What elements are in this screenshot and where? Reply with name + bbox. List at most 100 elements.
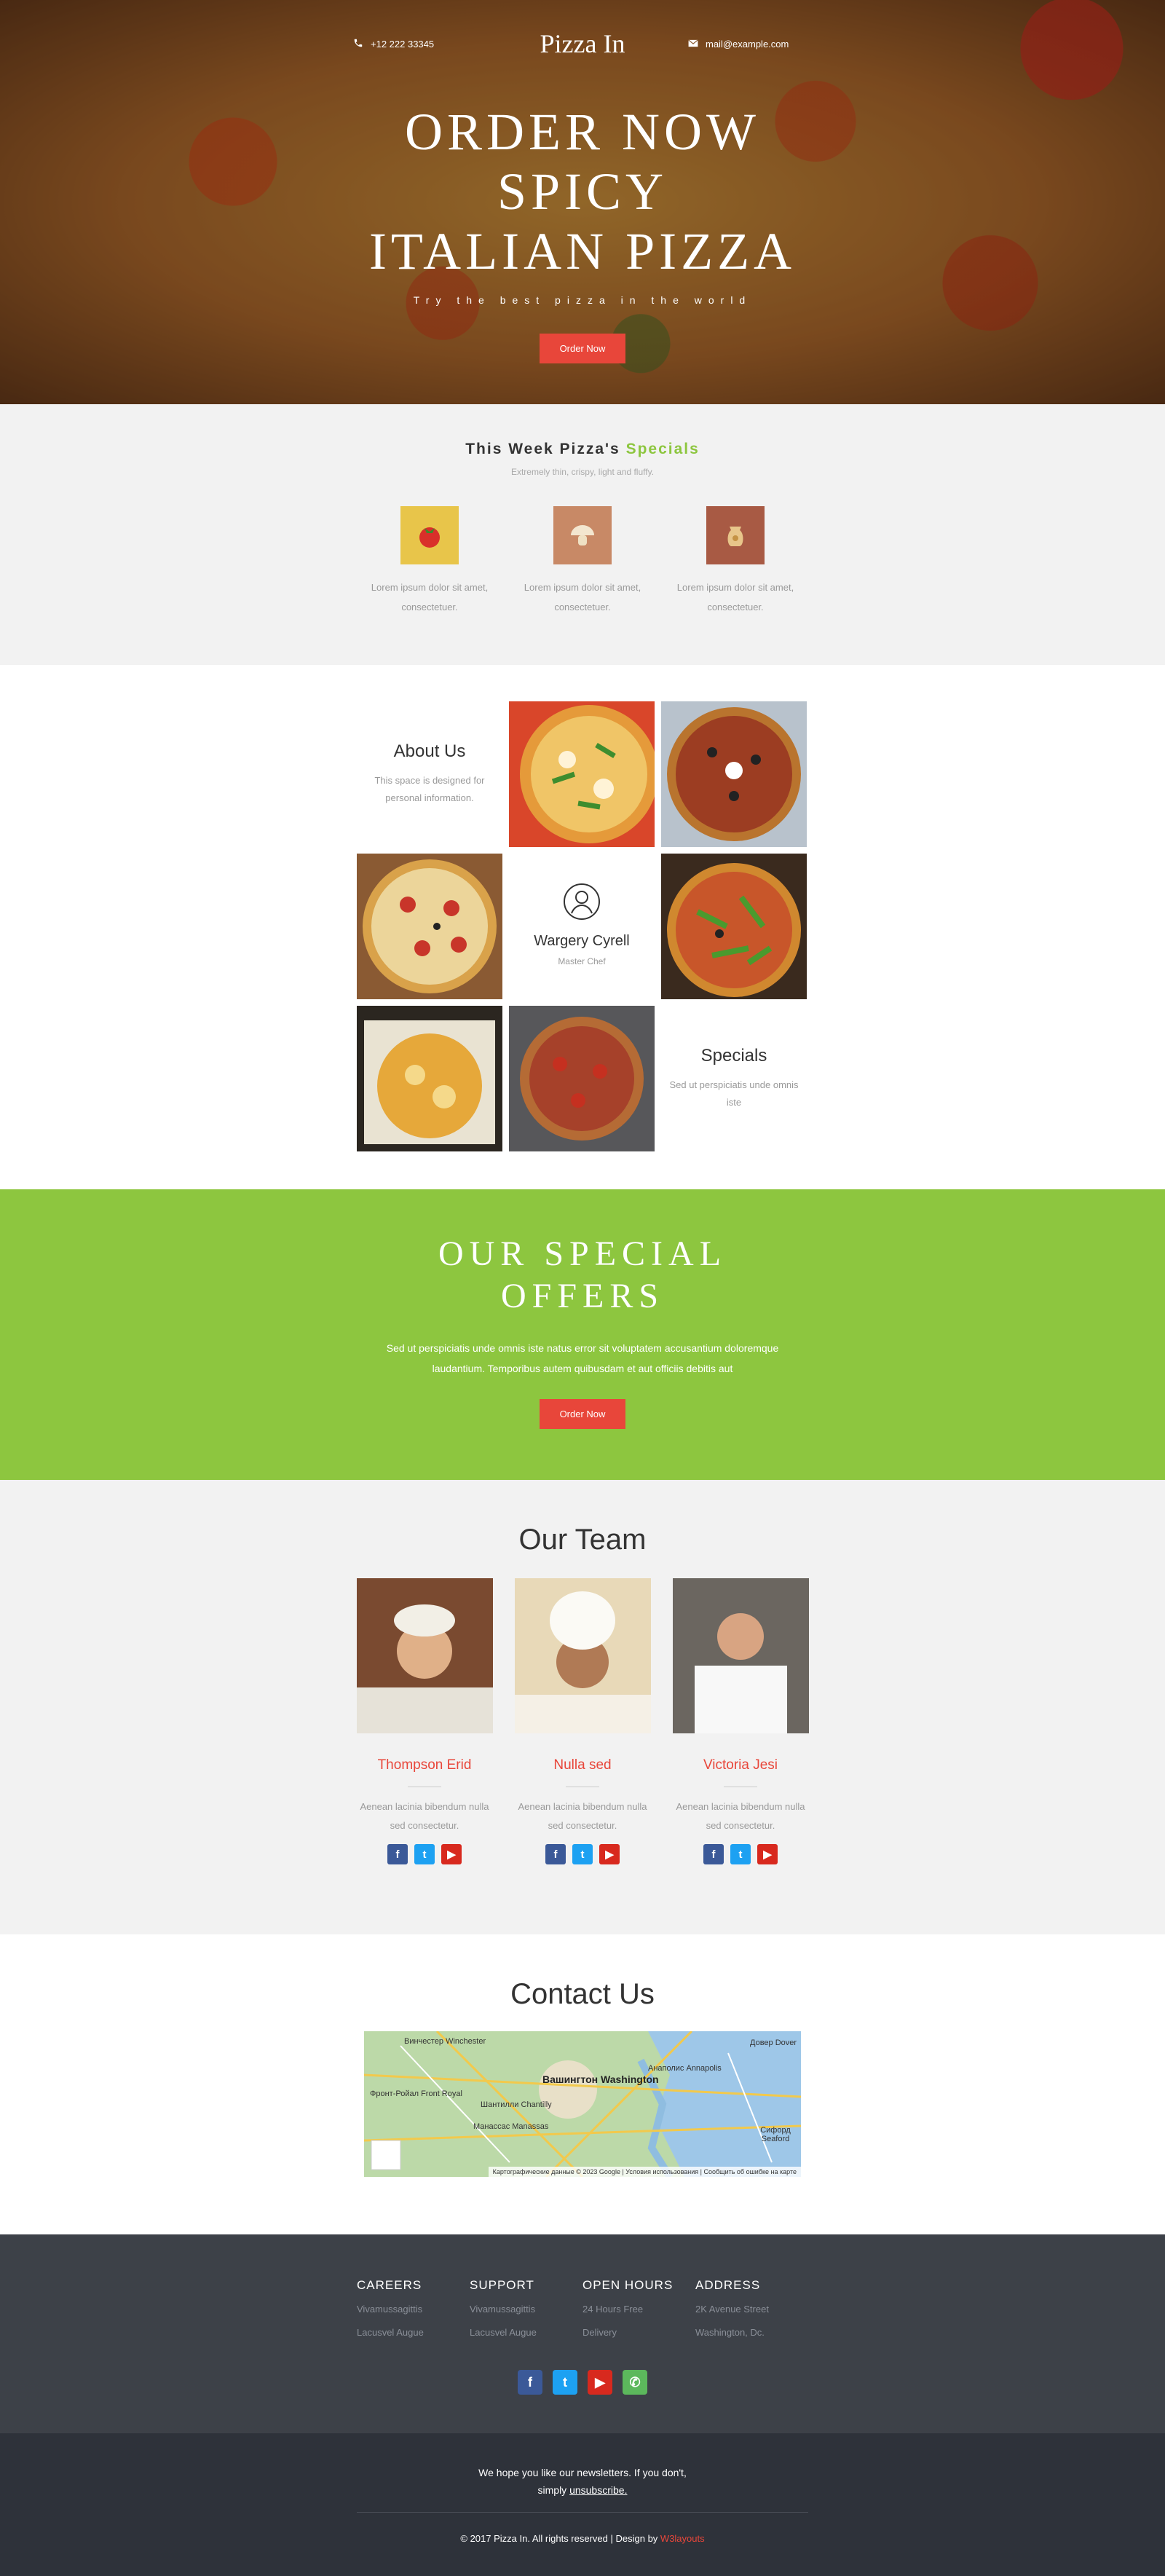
footer-column-line: Vivamussagittis — [357, 2304, 423, 2315]
offers-title-line1: OUR SPECIAL — [438, 1234, 727, 1273]
footer-columns: CAREERS Vivamussagittis Lacusvel Augue S… — [357, 2278, 808, 2339]
map-label: Фронт-Ройал Front Royal — [370, 2089, 462, 2098]
phone-icon — [353, 38, 363, 50]
footer-column-support: SUPPORT Vivamussagittis Lacusvel Augue — [470, 2278, 582, 2339]
pizza-photo[interactable] — [357, 1006, 502, 1151]
team-member: Victoria Jesi Aenean lacinia bibendum nu… — [672, 1578, 809, 1864]
footer-column-line: Delivery — [582, 2327, 617, 2338]
map-label: Винчестер Winchester — [404, 2037, 486, 2046]
top-bar: +12 222 33345 Pizza In mail@example.com — [0, 0, 1165, 58]
team-member-photo — [672, 1578, 809, 1733]
specials-subtitle: Extremely thin, crispy, light and fluffy… — [510, 467, 655, 477]
map-label: Манассас Manassas — [473, 2122, 549, 2131]
footer-column-title: ADDRESS — [695, 2278, 761, 2292]
footer-column-open-hours: OPEN HOURS 24 Hours Free Delivery — [582, 2278, 695, 2339]
team-member-text: Aenean lacinia bibendum nulla sed consec… — [518, 1801, 647, 1831]
footer-column-line: 24 Hours Free — [582, 2304, 644, 2315]
copyright: © 2017 Pizza In. All rights reserved | D… — [0, 2533, 1165, 2544]
map-credit[interactable]: Картографические данные © 2023 Google | … — [488, 2167, 801, 2177]
footer-column-line: Lacusvel Augue — [357, 2327, 424, 2338]
hero-tagline: Try the best pizza in the world — [413, 294, 752, 306]
team-member-name: Thompson Erid — [377, 1757, 472, 1773]
footer-column-title: CAREERS — [357, 2278, 422, 2292]
special-item: Lorem ipsum dolor sit amet, consectetuer… — [676, 506, 794, 617]
team-member-text: Aenean lacinia bibendum nulla sed consec… — [360, 1801, 489, 1831]
about-us-text: This space is designed for personal info… — [374, 775, 485, 803]
map-label: Довер Dover — [750, 2039, 797, 2047]
phone-contact: +12 222 33345 — [353, 38, 499, 50]
offers-title: OUR SPECIAL OFFERS — [0, 1233, 1165, 1317]
facebook-icon[interactable]: f — [518, 2370, 542, 2395]
footer-column-line: Vivamussagittis — [470, 2304, 536, 2315]
about-us-title: About Us — [393, 741, 466, 761]
footer-column-line: 2K Avenue Street — [695, 2304, 769, 2315]
specials-title-highlight: Specials — [625, 441, 700, 457]
facebook-icon[interactable]: f — [387, 1844, 408, 1864]
copyright-text: © 2017 Pizza In. All rights reserved | D… — [460, 2533, 658, 2544]
specials-title-prefix: This Week Pizza's — [465, 441, 620, 457]
pizza-photo[interactable] — [357, 854, 502, 999]
twitter-icon[interactable]: t — [572, 1844, 593, 1864]
team-member-text: Aenean lacinia bibendum nulla sed consec… — [676, 1801, 805, 1831]
footer-bottom: We hope you like our newsletters. If you… — [0, 2433, 1165, 2576]
special-item: Lorem ipsum dolor sit amet, consectetuer… — [524, 506, 641, 617]
twitter-icon[interactable]: t — [414, 1844, 435, 1864]
youtube-icon[interactable]: ▶ — [441, 1844, 462, 1864]
designer-link[interactable]: W3layouts — [660, 2533, 705, 2544]
offers-text: Sed ut perspiciatis unde omnis iste natu… — [386, 1342, 779, 1374]
chef-name: Wargery Cyrell — [534, 933, 630, 949]
twitter-icon[interactable]: t — [730, 1844, 751, 1864]
twitter-icon[interactable]: t — [553, 2370, 577, 2395]
contact-title: Contact Us — [510, 1978, 655, 2010]
team-member-socials: f t ▶ — [673, 1844, 809, 1864]
newsletter-text: We hope you like our newsletters. If you… — [0, 2464, 1165, 2499]
special-item-text: Lorem ipsum dolor sit amet, consectetuer… — [371, 582, 489, 613]
facebook-icon[interactable]: f — [545, 1844, 566, 1864]
gallery-grid: About Us This space is designed for pers… — [357, 701, 808, 1151]
offers-title-line2: OFFERS — [500, 1277, 665, 1315]
divider — [357, 2512, 808, 2513]
youtube-icon[interactable]: ▶ — [588, 2370, 612, 2395]
hero-order-button[interactable]: Order Now — [540, 334, 625, 363]
offers-order-button[interactable]: Order Now — [540, 1399, 625, 1429]
site-logo[interactable]: Pizza In — [499, 28, 666, 59]
team-member-photo — [356, 1578, 493, 1733]
specials-card-text: Sed ut perspiciatis unde omnis iste — [669, 1079, 799, 1108]
email-address[interactable]: mail@example.com — [706, 39, 789, 50]
team-member-photo — [514, 1578, 651, 1733]
team-member-socials: f t ▶ — [515, 1844, 651, 1864]
team-member-socials: f t ▶ — [357, 1844, 493, 1864]
pizza-photo[interactable] — [661, 701, 807, 847]
specials-list: Lorem ipsum dolor sit amet, consectetuer… — [0, 506, 1165, 617]
team-title: Our Team — [518, 1524, 647, 1556]
email-contact: mail@example.com — [666, 39, 812, 50]
map[interactable]: Вашингтон Washington Винчестер Wincheste… — [364, 2031, 801, 2177]
special-item-text: Lorem ipsum dolor sit amet, consectetuer… — [524, 582, 641, 613]
youtube-icon[interactable]: ▶ — [599, 1844, 620, 1864]
facebook-icon[interactable]: f — [703, 1844, 724, 1864]
footer-top: CAREERS Vivamussagittis Lacusvel Augue S… — [0, 2234, 1165, 2433]
footer-socials: f t ▶ ✆ — [0, 2370, 1165, 2395]
unsubscribe-link[interactable]: unsubscribe. — [569, 2484, 627, 2496]
team-list: Thompson Erid Aenean lacinia bibendum nu… — [0, 1578, 1165, 1864]
hero-title-line2: SPICY — [497, 162, 668, 221]
whatsapp-icon[interactable]: ✆ — [623, 2370, 647, 2395]
hero-title: ORDER NOW SPICY ITALIAN PIZZA — [0, 102, 1165, 281]
specials-section: This Week Pizza's Specials Extremely thi… — [0, 404, 1165, 665]
team-member: Thompson Erid Aenean lacinia bibendum nu… — [356, 1578, 493, 1864]
specials-card: Specials Sed ut perspiciatis unde omnis … — [661, 1006, 807, 1151]
special-item: Lorem ipsum dolor sit amet, consectetuer… — [371, 506, 489, 617]
newsletter-prefix: simply — [537, 2484, 567, 2496]
user-icon — [563, 883, 601, 924]
about-us-card: About Us This space is designed for pers… — [357, 701, 502, 847]
pizza-photo[interactable] — [509, 1006, 655, 1151]
footer-column-line: Lacusvel Augue — [470, 2327, 537, 2338]
footer-column-title: SUPPORT — [470, 2278, 534, 2292]
pizza-photo[interactable] — [509, 701, 655, 847]
pizza-photo[interactable] — [661, 854, 807, 999]
mushroom-icon — [553, 506, 612, 564]
hero-section: +12 222 33345 Pizza In mail@example.com … — [0, 0, 1165, 404]
youtube-icon[interactable]: ▶ — [757, 1844, 778, 1864]
footer-column-title: OPEN HOURS — [582, 2278, 674, 2292]
map-label: Сифорд Seaford — [760, 2126, 791, 2143]
